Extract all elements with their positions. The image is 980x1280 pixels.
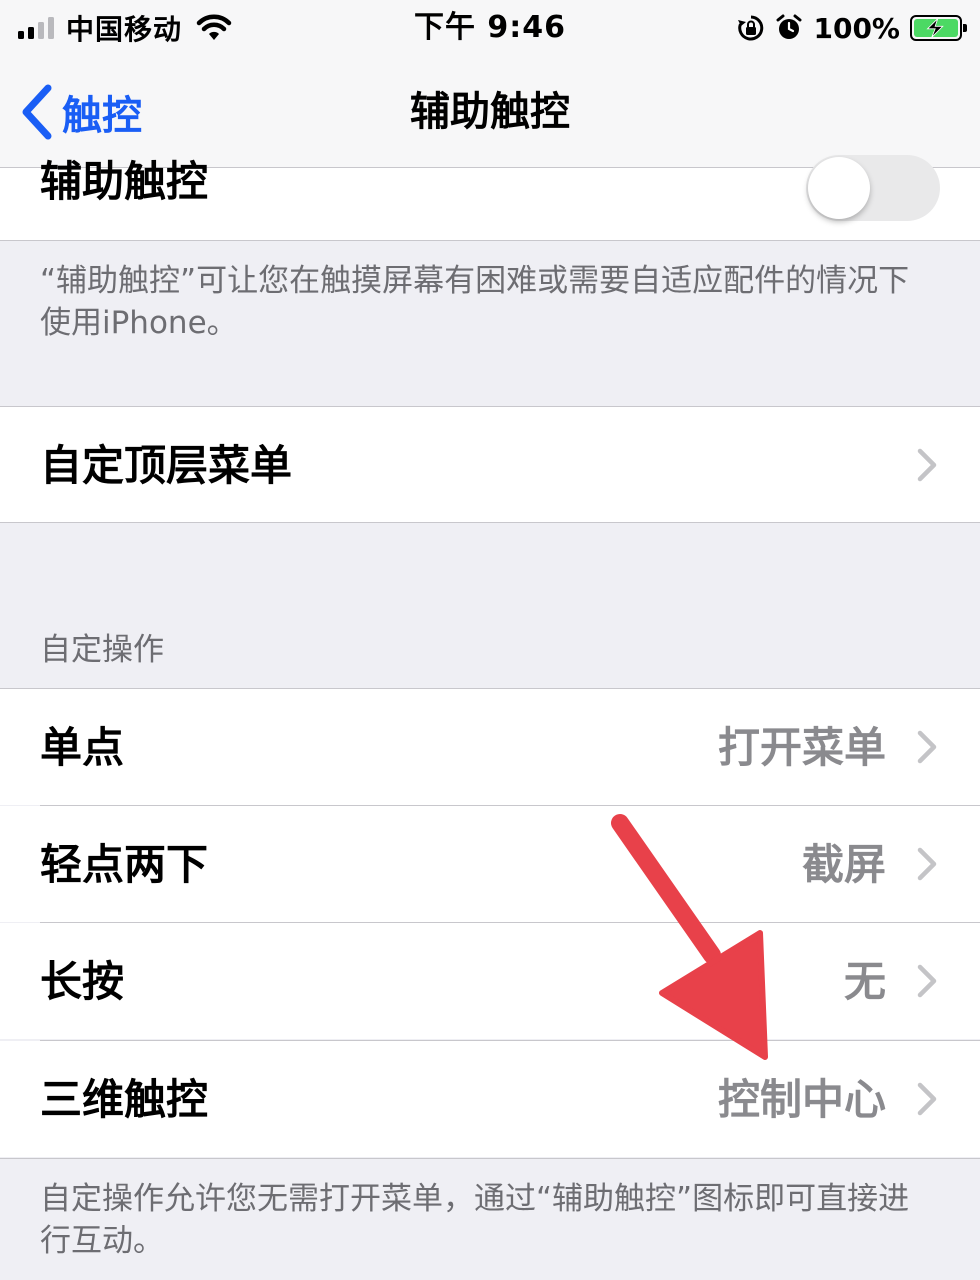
alarm-icon (776, 14, 802, 39)
action-row-double-tap[interactable]: 轻点两下 截屏 (0, 806, 980, 922)
annotation-arrow-icon (611, 814, 768, 1060)
battery-percent: 100% (813, 11, 900, 45)
assistive-touch-label: 辅助触控 (40, 157, 209, 206)
chevron-right-icon (917, 448, 937, 482)
status-bar: 中国移动 下午 9:46 100% (0, 0, 980, 56)
custom-actions-footer: 自定操作允许您无需打开菜单，通过“辅助触控”图标即可直接进行互动。 (40, 1181, 910, 1259)
action-row-long-press[interactable]: 长按 无 (0, 923, 980, 1039)
chevron-right-icon (917, 847, 937, 881)
action-row-single-tap[interactable]: 单点 打开菜单 (0, 689, 980, 805)
battery-charging-icon (910, 15, 967, 41)
assistive-touch-toggle[interactable] (806, 155, 940, 221)
action-value: 无 (843, 957, 886, 1006)
chevron-right-icon (917, 730, 937, 764)
chevron-right-icon (917, 1082, 937, 1116)
navigation-bar: 触控 辅助触控 (0, 56, 980, 168)
orientation-lock-icon (738, 15, 764, 41)
chevron-right-icon (917, 964, 937, 998)
action-value: 打开菜单 (717, 723, 886, 772)
action-row-3d-touch[interactable]: 三维触控 控制中心 (0, 1041, 980, 1157)
customize-top-menu-label: 自定顶层菜单 (40, 441, 293, 490)
page-title: 辅助触控 (410, 89, 570, 135)
action-label: 单点 (40, 723, 125, 772)
action-label: 三维触控 (40, 1075, 209, 1124)
assistive-touch-description: “辅助触控”可让您在触摸屏幕有困难或需要自适应配件的情况下使用iPhone。 (40, 263, 910, 341)
custom-actions-header: 自定操作 (40, 632, 164, 668)
action-label: 长按 (40, 957, 125, 1006)
action-label: 轻点两下 (40, 840, 209, 889)
action-value: 控制中心 (717, 1075, 886, 1124)
action-value: 截屏 (801, 840, 886, 889)
customize-top-menu-row[interactable]: 自定顶层菜单 (0, 407, 980, 523)
